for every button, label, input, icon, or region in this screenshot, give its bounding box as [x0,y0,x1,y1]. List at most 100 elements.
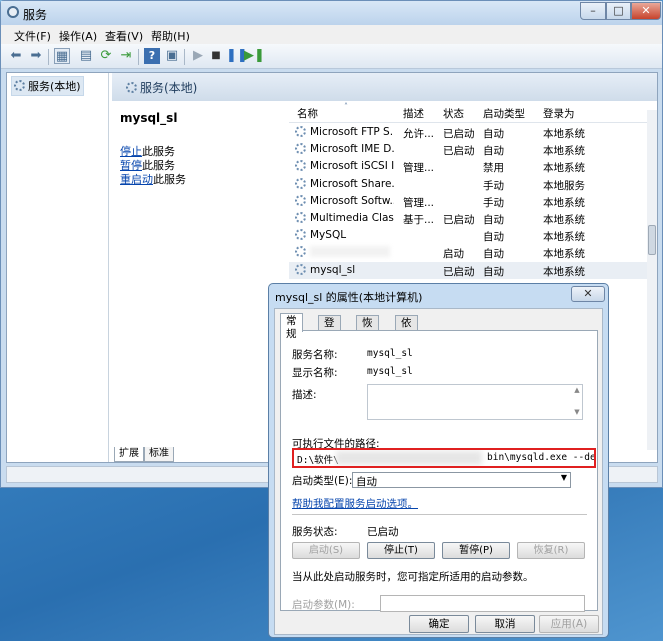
menu-help[interactable]: 帮助(H) [151,28,190,44]
tab-dependencies[interactable]: 依存关系 [395,315,418,368]
start-params-label: 启动参数(M): [292,599,355,611]
tab-general[interactable]: 常规 [280,313,303,340]
tab-recovery[interactable]: 恢复 [356,315,379,342]
resume-button[interactable]: 恢复(R) [517,542,585,559]
table-row[interactable]: mysql_sl 已启动 自动 本地系统 [289,261,649,279]
stop-icon[interactable]: ■ [208,48,224,64]
table-row[interactable]: Microsoft Softw... 管理... 手动 本地系统 [289,193,649,210]
service-status-value: 已启动 [367,526,399,538]
startup-help-link[interactable]: 帮助我配置服务启动选项。 [292,496,418,511]
toolbar-separator [138,49,139,65]
tab-logon[interactable]: 登录 [318,315,341,342]
view-tabs: 扩展 标准 [114,446,174,462]
title-bar[interactable]: 服务 – □ ✕ [1,1,662,25]
table-row[interactable]: Microsoft IME D... 已启动 自动 本地系统 [289,141,649,158]
ok-button[interactable]: 确定 [409,615,469,633]
dialog-close-button[interactable]: ✕ [571,286,605,302]
startup-type-cell: 自动 [483,231,504,244]
pause-button[interactable]: 暂停(P) [442,542,510,559]
pane-header-label: 服务(本地) [140,81,198,95]
logon-as-cell: 本地系统 [543,214,585,226]
executable-path-field[interactable]: D:\软件\ bin\mysqld.exe --defaul [292,448,596,468]
selected-service-name: mysql_sl [120,111,178,125]
description-cell: 基于... [403,214,435,226]
startup-type-cell: 自动 [483,128,504,140]
pause-icon[interactable]: ❚❚ [226,48,248,64]
dialog-title: mysql_sl 的属性(本地计算机) [275,291,423,304]
description-scrollbar[interactable]: ▲ ▼ [571,385,583,419]
start-params-input[interactable] [380,595,585,612]
chevron-down-icon: ▼ [560,473,567,482]
startup-type-cell: 自动 [483,214,504,226]
scrollbar-thumb[interactable] [648,225,656,255]
column-header-description[interactable]: 描述 [403,106,424,121]
menu-file[interactable]: 文件(F) [14,28,51,44]
vertical-scrollbar[interactable] [647,110,657,450]
description-cell: 管理... [403,196,435,209]
description-cell: 允许... [403,128,435,140]
tab-extended[interactable]: 扩展 [114,447,144,462]
minimize-button[interactable]: – [580,2,606,20]
column-header-name[interactable]: 名称 [297,106,318,121]
window-title: 服务 [23,8,48,22]
show-hide-icon[interactable]: ▣ [164,48,180,64]
restart-service-link[interactable]: 重启动 [120,173,153,186]
status-cell: 已启动 [443,128,475,140]
tab-standard[interactable]: 标准 [144,447,174,462]
general-tab-panel: 服务名称: mysql_sl 显示名称: mysql_sl 描述: ▲ ▼ 可执行… [280,330,598,612]
cancel-button[interactable]: 取消 [475,615,535,633]
table-row[interactable]: Microsoft iSCSI I... 管理... 禁用 本地系统 [289,158,649,175]
column-header-status[interactable]: 状态 [443,106,464,121]
forward-icon[interactable]: ➡ [28,48,44,64]
table-row[interactable]: Multimedia Clas... 基于... 已启动自动 本地系统 [289,210,649,227]
properties-icon[interactable]: ▤ [78,48,94,64]
toolbar-separator [184,49,185,65]
column-header-logon-as[interactable]: 登录为 [543,106,575,121]
table-row[interactable]: MySQL 自动 本地系统 [289,227,649,244]
console-tree: 服务(本地) [7,73,109,462]
sort-ascending-icon: ˄ [344,102,348,111]
maximize-button[interactable]: □ [606,2,631,20]
service-name-value: mysql_sl [367,348,413,359]
start-params-hint: 当从此处启动服务时，您可指定所适用的启动参数。 [292,571,534,583]
export-icon[interactable]: ⇥ [118,48,134,64]
start-button[interactable]: 启动(S) [292,542,360,559]
gear-icon [295,194,306,206]
logon-as-cell: 本地系统 [543,248,585,261]
startup-type-select[interactable]: 自动 ▼ [352,472,571,488]
executable-path-suffix: bin\mysqld.exe --defaul [487,452,596,463]
close-button[interactable]: ✕ [631,2,661,20]
status-cell: 已启动 [443,265,475,278]
restart-icon[interactable]: ▶❚ [244,48,265,64]
toolbar-separator [48,49,49,65]
table-row[interactable]: Microsoft FTP S... 允许... 已启动 自动 本地系统 [289,124,649,141]
gear-icon [295,177,306,189]
table-row[interactable]: Microsoft Share... 手动 本地服务 [289,176,649,193]
service-name-label: 服务名称: [292,349,338,361]
status-cell: 启动 [443,248,464,261]
menu-view[interactable]: 查看(V) [105,28,143,44]
gear-icon [295,160,306,172]
startup-type-cell: 自动 [483,248,504,261]
back-icon[interactable]: ⬅ [8,48,24,64]
table-row[interactable]: 启动 自动 本地系统 [289,244,649,261]
console-tree-icon[interactable]: ▦ [54,48,70,64]
stop-button[interactable]: 停止(T) [367,542,435,559]
extended-detail-pane: mysql_sl 停止此服务 暂停此服务 重启动此服务 [112,101,290,444]
logon-as-cell: 本地系统 [543,231,585,244]
play-icon[interactable]: ▶ [190,48,206,64]
service-status-label: 服务状态: [292,526,338,538]
tree-item-services-local[interactable]: 服务(本地) [11,76,84,96]
logon-as-cell: 本地系统 [543,196,585,209]
description-field[interactable]: ▲ ▼ [367,384,583,420]
startup-type-label: 启动类型(E): [292,475,353,487]
refresh-icon[interactable]: ⟳ [98,48,114,64]
executable-path-prefix: D:\软件\ [297,455,339,466]
menu-bar: 文件(F) 操作(A) 查看(V) 帮助(H) [1,25,662,44]
startup-type-cell: 手动 [483,179,504,192]
column-header-startup-type[interactable]: 启动类型 [483,106,525,121]
startup-type-cell: 禁用 [483,162,504,175]
menu-action[interactable]: 操作(A) [59,28,97,44]
help-icon[interactable]: ? [144,48,160,64]
apply-button[interactable]: 应用(A) [539,615,599,633]
